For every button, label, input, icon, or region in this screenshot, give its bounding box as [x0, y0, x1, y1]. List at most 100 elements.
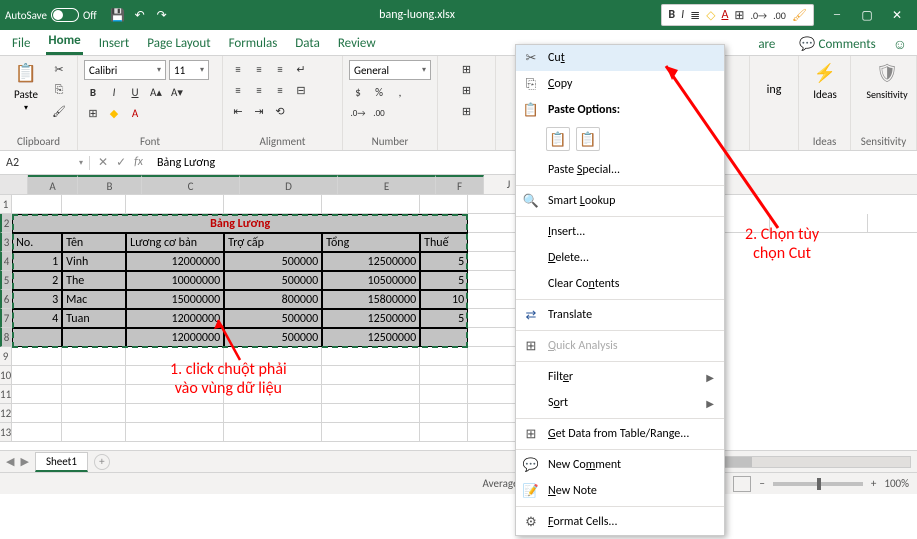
- format-painter-icon[interactable]: 🖌: [50, 102, 68, 120]
- row-header[interactable]: 3: [0, 233, 12, 252]
- save-icon[interactable]: 💾: [110, 7, 126, 23]
- cell[interactable]: [468, 328, 518, 347]
- cell[interactable]: [224, 195, 322, 214]
- row-header[interactable]: 5: [0, 271, 12, 290]
- currency-icon[interactable]: $: [349, 83, 367, 101]
- cancel-formula-icon[interactable]: ✕: [98, 155, 108, 170]
- col-header[interactable]: C: [142, 175, 240, 194]
- row-header[interactable]: 13: [0, 423, 12, 442]
- cell[interactable]: [468, 347, 518, 366]
- cell[interactable]: [420, 347, 468, 366]
- tab-page-layout[interactable]: Page Layout: [145, 32, 212, 55]
- zoom-out-button[interactable]: −: [759, 477, 764, 490]
- fill-color-icon[interactable]: ◆: [105, 104, 123, 122]
- cell[interactable]: [468, 195, 518, 214]
- cell[interactable]: Tuan: [62, 309, 126, 328]
- cell[interactable]: [322, 366, 420, 385]
- cell[interactable]: [12, 423, 62, 442]
- cell[interactable]: Bảng Lương: [12, 214, 468, 233]
- cell[interactable]: [224, 423, 322, 442]
- cell[interactable]: Lương cơ bản: [126, 233, 224, 252]
- tab-home[interactable]: Home: [46, 29, 82, 55]
- align-left-icon[interactable]: ≡: [229, 81, 247, 99]
- wrap-text-icon[interactable]: ↵: [292, 60, 310, 78]
- cell[interactable]: [468, 309, 518, 328]
- cell[interactable]: [468, 271, 518, 290]
- menu-translate[interactable]: ⇄ Translate: [516, 302, 724, 328]
- row-header[interactable]: 7: [0, 309, 12, 328]
- zoom-in-button[interactable]: +: [871, 477, 876, 490]
- decrease-indent-icon[interactable]: ⇤: [229, 102, 247, 120]
- close-button[interactable]: ✕: [882, 0, 912, 30]
- cell[interactable]: [12, 328, 62, 347]
- cell[interactable]: [12, 404, 62, 423]
- share-button[interactable]: are: [751, 34, 782, 55]
- cell[interactable]: Tên: [62, 233, 126, 252]
- sheet-nav-next[interactable]: ▶: [20, 455, 28, 468]
- cell[interactable]: 800000: [224, 290, 322, 309]
- cell[interactable]: [420, 404, 468, 423]
- cell[interactable]: 500000: [224, 328, 322, 347]
- italic-btn[interactable]: I: [679, 8, 686, 22]
- cell[interactable]: Tổng: [322, 233, 420, 252]
- col-header[interactable]: D: [240, 175, 338, 194]
- increase-font-icon[interactable]: A▴: [147, 83, 165, 101]
- cell[interactable]: [468, 385, 518, 404]
- row-header[interactable]: 12: [0, 404, 12, 423]
- cell[interactable]: No.: [12, 233, 62, 252]
- cell[interactable]: [420, 328, 468, 347]
- menu-get-data[interactable]: ⊞ Get Data from Table/Range...: [516, 421, 724, 447]
- align-center-icon[interactable]: ≡: [250, 81, 268, 99]
- font-name-combo[interactable]: Calibri▾: [84, 60, 166, 80]
- menu-clear-contents[interactable]: Clear Contents: [516, 271, 724, 297]
- tab-review[interactable]: Review: [336, 32, 378, 55]
- menu-copy[interactable]: ⎘ Copy: [516, 71, 724, 97]
- cell[interactable]: [468, 423, 518, 442]
- align-middle-icon[interactable]: ≡: [250, 60, 268, 78]
- tab-formulas[interactable]: Formulas: [227, 32, 280, 55]
- align-right-icon[interactable]: ≡: [271, 81, 289, 99]
- cell[interactable]: [322, 195, 420, 214]
- merge-icon[interactable]: ⊟: [292, 81, 310, 99]
- spreadsheet-grid[interactable]: ABCDEFJKL 12345678910111213 Bảng LươngNo…: [0, 175, 917, 450]
- menu-new-note[interactable]: 📝 New Note: [516, 478, 724, 504]
- cell[interactable]: 15000000: [126, 290, 224, 309]
- border-icon[interactable]: ⊞: [84, 104, 102, 122]
- number-format-combo[interactable]: General▾: [349, 60, 431, 80]
- redo-icon[interactable]: ↷: [154, 7, 170, 23]
- cell[interactable]: [126, 404, 224, 423]
- name-box[interactable]: A2 ▾: [0, 156, 90, 170]
- cell[interactable]: 4: [12, 309, 62, 328]
- fx-icon[interactable]: fx: [134, 155, 143, 170]
- col-header[interactable]: B: [78, 175, 142, 194]
- cell[interactable]: [322, 347, 420, 366]
- row-header[interactable]: 6: [0, 290, 12, 309]
- cell[interactable]: [770, 214, 868, 233]
- row-header[interactable]: 4: [0, 252, 12, 271]
- cell[interactable]: [126, 366, 224, 385]
- cell[interactable]: Mac: [62, 290, 126, 309]
- cell[interactable]: 12500000: [322, 328, 420, 347]
- cell[interactable]: 12000000: [126, 252, 224, 271]
- cell[interactable]: [12, 195, 62, 214]
- menu-sort[interactable]: Sort ▶: [516, 390, 724, 416]
- cell[interactable]: [468, 404, 518, 423]
- cell[interactable]: 12500000: [322, 252, 420, 271]
- select-all-corner[interactable]: [0, 175, 28, 194]
- cell[interactable]: [62, 385, 126, 404]
- cell[interactable]: 5: [420, 309, 468, 328]
- align-top-icon[interactable]: ≡: [229, 60, 247, 78]
- cell[interactable]: Vinh: [62, 252, 126, 271]
- cell[interactable]: [468, 214, 518, 233]
- cell[interactable]: Thuế: [420, 233, 468, 252]
- zoom-slider[interactable]: [773, 482, 863, 486]
- cell[interactable]: [468, 366, 518, 385]
- cell[interactable]: [468, 290, 518, 309]
- comments-button[interactable]: 💬 Comments: [792, 34, 882, 55]
- border-icon[interactable]: ⊞: [732, 8, 746, 23]
- cell[interactable]: [468, 233, 518, 252]
- autosave-toggle[interactable]: AutoSave Off: [5, 8, 97, 22]
- sheet-tab[interactable]: Sheet1: [35, 452, 88, 472]
- row-header[interactable]: 10: [0, 366, 12, 385]
- cell[interactable]: [126, 195, 224, 214]
